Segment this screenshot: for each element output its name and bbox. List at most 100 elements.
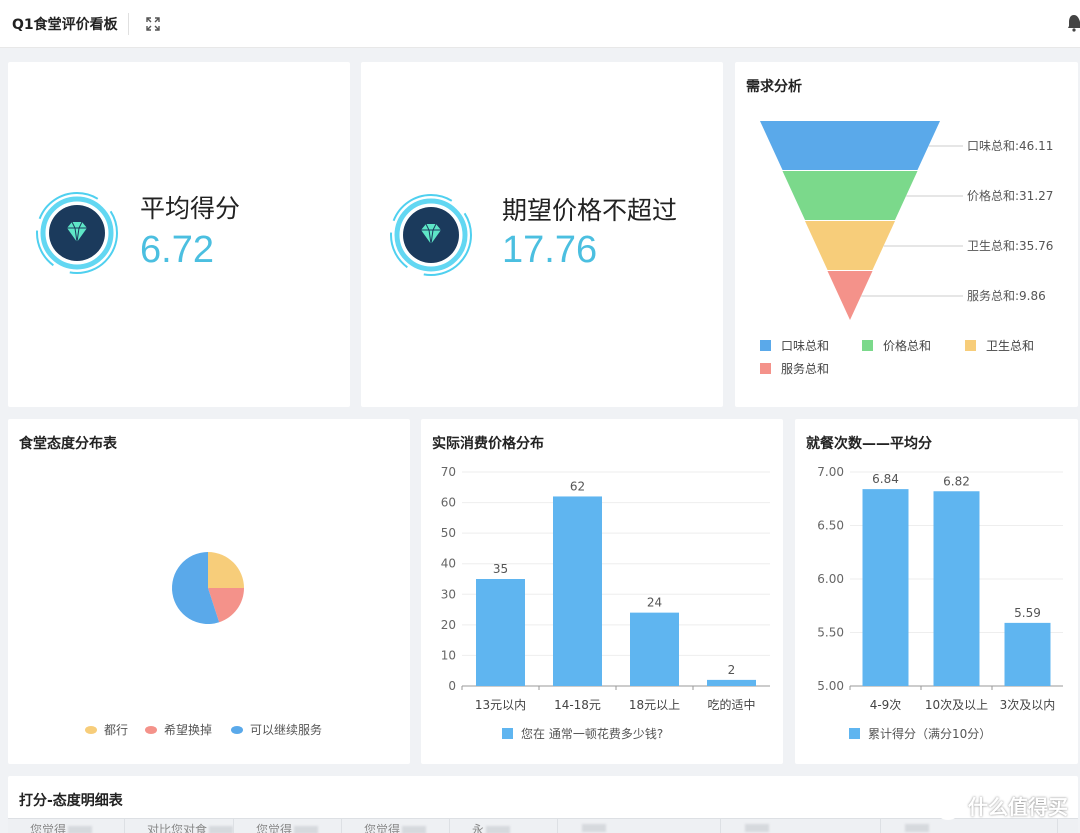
bar-data-label: 6.82	[943, 474, 970, 488]
legend-swatch	[85, 726, 97, 734]
x-tick-label: 4-9次	[870, 698, 902, 712]
legend-swatch	[760, 363, 771, 374]
table-header: 您觉得 对比您对食 您觉得 您觉得永	[8, 818, 1078, 833]
y-tick-label: 7.00	[817, 465, 844, 479]
legend-label: 都行	[104, 723, 128, 737]
funnel-data-label: 口味总和:46.11	[967, 139, 1053, 153]
bar-data-label: 35	[493, 562, 508, 576]
x-tick-label: 14-18元	[554, 698, 601, 712]
bar	[630, 612, 679, 686]
bar-data-label: 62	[570, 479, 585, 493]
table-header-cell[interactable]	[881, 819, 1058, 833]
table-header-cell[interactable]: 您觉得	[234, 819, 342, 833]
x-tick-label: 18元以上	[629, 698, 680, 712]
kpi-card-average-score: 平均得分 6.72	[8, 62, 350, 407]
legend-swatch	[145, 726, 157, 734]
bar	[707, 679, 756, 686]
y-tick-label: 6.00	[817, 572, 844, 586]
bell-icon[interactable]	[1068, 14, 1080, 32]
bar	[1004, 622, 1051, 686]
redacted-text	[582, 824, 606, 832]
y-tick-label: 5.50	[817, 626, 844, 640]
top-bar: Q1食堂评价看板	[0, 0, 1080, 48]
legend-label: 卫生总和	[986, 339, 1034, 353]
y-tick-label: 0	[448, 679, 456, 693]
table-header-cell[interactable]: 永	[450, 819, 558, 833]
funnel-segment	[805, 221, 895, 270]
price-bar-chart: 0 10 20 30 40 50 60 70 35 13元以内 62 14-18元 24 18元以上 2 吃的…	[441, 465, 770, 741]
legend-swatch	[965, 340, 976, 351]
diamond-icon	[390, 194, 472, 276]
bar-data-label: 2	[728, 663, 736, 677]
bar	[933, 491, 980, 686]
legend-label: 口味总和	[781, 339, 829, 353]
bar-data-label: 24	[647, 596, 662, 610]
y-tick-label: 20	[441, 618, 456, 632]
table-header-cell[interactable]	[721, 819, 881, 833]
redacted-text	[209, 826, 233, 833]
legend-label: 价格总和	[883, 338, 931, 353]
x-tick-label: 3次及以内	[1000, 698, 1056, 712]
table-header-cell[interactable]	[558, 819, 721, 833]
legend-swatch	[862, 340, 873, 351]
y-tick-label: 40	[441, 557, 456, 571]
watermark-brand: 值 什么值得买	[934, 791, 1068, 820]
legend-label: 可以继续服务	[250, 722, 322, 737]
svg-text:值: 值	[941, 799, 954, 815]
funnel-chart: 口味总和:46.11 价格总和:31.27 卫生总和:35.76 服务总和:9.86 口…	[760, 121, 1053, 376]
legend-label: 您在 通常一顿花费多少钱?	[521, 726, 663, 741]
legend-label: 累计得分（满分10分）	[868, 726, 991, 741]
kpi-value: 17.76	[502, 229, 598, 271]
redacted-text	[745, 824, 769, 832]
kpi-card-expected-price: 期望价格不超过 17.76	[361, 62, 723, 407]
page-title: Q1食堂评价看板	[12, 16, 118, 33]
redacted-text	[905, 824, 929, 832]
y-tick-label: 6.50	[817, 519, 844, 533]
table-header-cell[interactable]: 您觉得	[342, 819, 450, 833]
y-tick-label: 5.00	[817, 679, 844, 693]
bar	[553, 496, 602, 686]
funnel-card: 需求分析 口味总和:46.11 价格总和:31.27 卫生总和:35.76 服务总和:…	[735, 62, 1078, 407]
visits-bar-chart: 5.00 5.50 6.00 6.50 7.00 6.84 4-9次 6.82 10次及以上 5.…	[817, 465, 1063, 741]
funnel-segment	[782, 171, 918, 220]
brand-logo-icon: 值	[934, 791, 962, 820]
brand-text: 什么值得买	[968, 795, 1068, 819]
redacted-text	[68, 826, 93, 833]
kpi-label: 平均得分	[140, 194, 241, 223]
funnel-data-label: 服务总和:9.86	[967, 288, 1046, 303]
legend-label: 服务总和	[781, 361, 829, 376]
y-tick-label: 70	[441, 465, 456, 479]
funnel-data-label: 价格总和:31.27	[967, 188, 1053, 203]
x-tick-label: 10次及以上	[925, 698, 988, 712]
x-tick-label: 吃的适中	[707, 697, 755, 712]
diamond-icon	[36, 192, 118, 274]
visits-bar-card: 就餐次数——平均分 5.00 5.50 6.00 6.50 7.00 6.84 4-9次 6.…	[795, 419, 1078, 764]
legend-swatch	[849, 728, 860, 739]
pie-card: 食堂态度分布表 都行 希望换掉 可以继续服务	[8, 419, 410, 764]
funnel-data-label: 卫生总和:35.76	[967, 239, 1053, 253]
bar	[862, 489, 909, 686]
legend-swatch	[760, 340, 771, 351]
y-tick-label: 30	[441, 587, 456, 601]
funnel-segment	[760, 121, 940, 170]
card-title: 打分-态度明细表	[19, 793, 123, 809]
pie-slice	[208, 552, 244, 588]
kpi-value: 6.72	[140, 229, 214, 271]
table-header-cell[interactable]: 对比您对食	[125, 819, 234, 833]
bar-data-label: 6.84	[872, 472, 899, 486]
kpi-label: 期望价格不超过	[502, 196, 678, 225]
redacted-text	[402, 826, 427, 833]
redacted-text	[486, 826, 511, 833]
y-tick-label: 60	[441, 496, 456, 510]
title-divider	[127, 12, 129, 35]
pie-chart: 都行 希望换掉 可以继续服务	[85, 552, 322, 737]
price-bar-card: 实际消费价格分布 0 10 20 30 40 50 60 70 35 13元以内 62 14-18元 2…	[421, 419, 783, 764]
legend-swatch	[502, 728, 513, 739]
legend-swatch	[231, 726, 243, 734]
x-tick-label: 13元以内	[475, 698, 526, 712]
bar-data-label: 5.59	[1014, 606, 1041, 620]
fullscreen-icon[interactable]	[145, 16, 161, 32]
redacted-text	[294, 826, 319, 833]
table-header-cell[interactable]: 您觉得	[8, 819, 125, 833]
y-tick-label: 50	[441, 526, 456, 540]
